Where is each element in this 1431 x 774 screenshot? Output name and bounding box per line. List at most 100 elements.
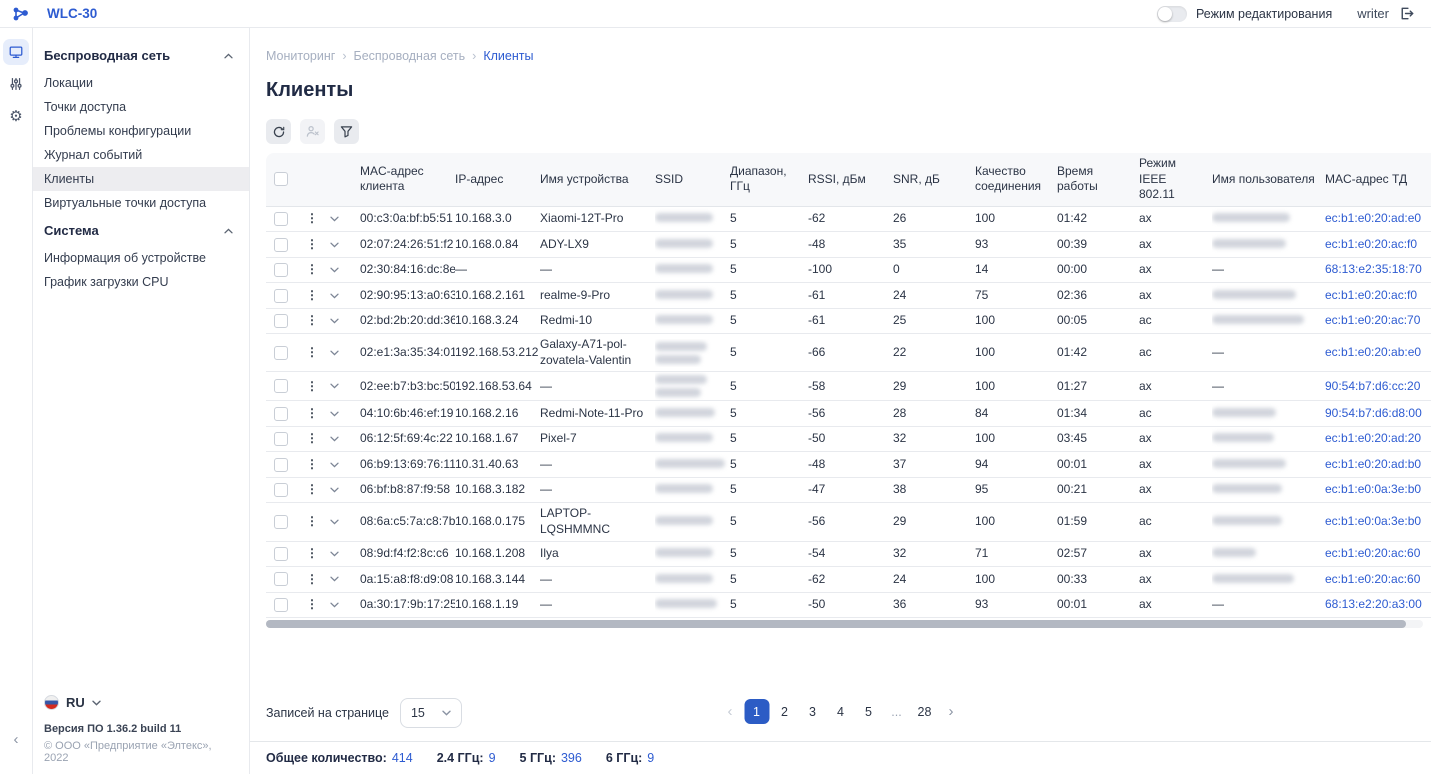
row-checkbox[interactable] <box>274 407 288 421</box>
breadcrumb-item[interactable]: Мониторинг <box>266 49 335 63</box>
row-expand-chevron-icon[interactable] <box>330 242 350 248</box>
ap-mac-link[interactable]: ec:b1:e0:20:ac:f0 <box>1325 237 1417 251</box>
sidebar-item-локации[interactable]: Локации <box>33 71 249 95</box>
row-expand-chevron-icon[interactable] <box>330 462 350 468</box>
chevron-up-icon <box>224 53 233 59</box>
ap-mac-link[interactable]: ec:b1:e0:20:ad:e0 <box>1325 211 1421 225</box>
ap-mac-link[interactable]: ec:b1:e0:20:ac:60 <box>1325 546 1420 560</box>
sidebar-item-проблемы-конфигурации[interactable]: Проблемы конфигурации <box>33 119 249 143</box>
row-actions-kebab-icon[interactable]: ⋮ <box>306 379 318 393</box>
row-actions-kebab-icon[interactable]: ⋮ <box>306 237 318 251</box>
language-selector[interactable]: RU <box>44 695 238 710</box>
row-checkbox[interactable] <box>274 212 288 226</box>
pager-page-5[interactable]: 5 <box>856 699 881 724</box>
sidebar-section-header[interactable]: Система <box>33 215 249 246</box>
row-expand-chevron-icon[interactable] <box>330 216 350 222</box>
row-checkbox[interactable] <box>274 314 288 328</box>
row-expand-chevron-icon[interactable] <box>330 318 350 324</box>
pager-next-icon[interactable]: › <box>940 699 962 724</box>
breadcrumb-item[interactable]: Беспроводная сеть <box>354 49 466 63</box>
row-checkbox[interactable] <box>274 346 288 360</box>
ap-mac-link[interactable]: ec:b1:e0:20:ac:f0 <box>1325 288 1417 302</box>
collapse-sidebar-icon[interactable]: ‹ <box>0 731 32 748</box>
wireless-icon[interactable] <box>3 71 29 97</box>
sidebar-item-клиенты[interactable]: Клиенты <box>33 167 249 191</box>
row-checkbox[interactable] <box>274 238 288 252</box>
disconnect-client-button[interactable] <box>300 119 325 144</box>
logout-icon[interactable] <box>1398 5 1415 22</box>
client-ip: 10.168.3.144 <box>455 569 540 591</box>
ap-mac-link[interactable]: ec:b1:e0:20:ab:e0 <box>1325 345 1421 359</box>
row-actions-kebab-icon[interactable]: ⋮ <box>306 288 318 302</box>
sidebar-item-виртуальные-точки-доступа[interactable]: Виртуальные точки доступа <box>33 191 249 215</box>
select-all-checkbox[interactable] <box>274 172 288 186</box>
row-expand-chevron-icon[interactable] <box>330 267 350 273</box>
pager-page-3[interactable]: 3 <box>800 699 825 724</box>
pager-page-28[interactable]: 28 <box>912 699 937 724</box>
row-checkbox[interactable] <box>274 289 288 303</box>
ap-mac-link[interactable]: ec:b1:e0:0a:3e:b0 <box>1325 482 1421 496</box>
row-checkbox[interactable] <box>274 483 288 497</box>
sidebar-item-журнал-событий[interactable]: Журнал событий <box>33 143 249 167</box>
row-actions-kebab-icon[interactable]: ⋮ <box>306 457 318 471</box>
row-actions-kebab-icon[interactable]: ⋮ <box>306 211 318 225</box>
sidebar-item-точки-доступа[interactable]: Точки доступа <box>33 95 249 119</box>
pager-prev-icon[interactable]: ‹ <box>719 699 741 724</box>
sidebar-section-header[interactable]: Беспроводная сеть <box>33 40 249 71</box>
row-expand-chevron-icon[interactable] <box>330 436 350 442</box>
row-actions-kebab-icon[interactable]: ⋮ <box>306 514 318 528</box>
sidebar-item-информация-об-устройстве[interactable]: Информация об устройстве <box>33 246 249 270</box>
row-checkbox[interactable] <box>274 547 288 561</box>
row-expand-chevron-icon[interactable] <box>330 293 350 299</box>
rssi-dbm: -56 <box>808 403 893 425</box>
row-checkbox[interactable] <box>274 458 288 472</box>
snr-db: 0 <box>893 259 975 281</box>
ap-mac-link[interactable]: 68:13:e2:35:18:70 <box>1325 262 1422 276</box>
row-checkbox[interactable] <box>274 379 288 393</box>
pager-page-4[interactable]: 4 <box>828 699 853 724</box>
row-actions-kebab-icon[interactable]: ⋮ <box>306 546 318 560</box>
page-size-select[interactable]: 15 <box>400 698 462 728</box>
row-expand-chevron-icon[interactable] <box>330 383 350 389</box>
settings-icon[interactable]: ⚙ <box>3 103 29 129</box>
ap-mac-link[interactable]: ec:b1:e0:0a:3e:b0 <box>1325 514 1421 528</box>
ssid-redacted <box>655 234 730 256</box>
row-expand-chevron-icon[interactable] <box>330 487 350 493</box>
edit-mode-toggle[interactable] <box>1157 6 1187 22</box>
row-expand-chevron-icon[interactable] <box>330 576 350 582</box>
row-actions-kebab-icon[interactable]: ⋮ <box>306 431 318 445</box>
pager-page-2[interactable]: 2 <box>772 699 797 724</box>
row-checkbox[interactable] <box>274 572 288 586</box>
row-expand-chevron-icon[interactable] <box>330 350 350 356</box>
row-actions-kebab-icon[interactable]: ⋮ <box>306 482 318 496</box>
row-expand-chevron-icon[interactable] <box>330 519 350 525</box>
sidebar-item-график-загрузки-cpu[interactable]: График загрузки CPU <box>33 270 249 294</box>
ap-mac-link[interactable]: 90:54:b7:d6:d8:00 <box>1325 406 1422 420</box>
row-actions-kebab-icon[interactable]: ⋮ <box>306 345 318 359</box>
row-checkbox[interactable] <box>274 432 288 446</box>
monitoring-icon[interactable] <box>3 39 29 65</box>
ap-mac-link[interactable]: 90:54:b7:d6:cc:20 <box>1325 379 1420 393</box>
row-actions-kebab-icon[interactable]: ⋮ <box>306 572 318 586</box>
row-checkbox[interactable] <box>274 598 288 612</box>
ap-mac-link[interactable]: ec:b1:e0:20:ac:70 <box>1325 313 1420 327</box>
row-expand-chevron-icon[interactable] <box>330 411 350 417</box>
ap-mac-link[interactable]: 68:13:e2:20:a3:00 <box>1325 597 1422 611</box>
ap-mac-link[interactable]: ec:b1:e0:20:ac:60 <box>1325 572 1420 586</box>
row-actions-kebab-icon[interactable]: ⋮ <box>306 262 318 276</box>
ap-mac-link[interactable]: ec:b1:e0:20:ad:20 <box>1325 431 1421 445</box>
row-expand-chevron-icon[interactable] <box>330 602 350 608</box>
row-actions-kebab-icon[interactable]: ⋮ <box>306 313 318 327</box>
row-expand-chevron-icon[interactable] <box>330 551 350 557</box>
pager-page-1[interactable]: 1 <box>744 699 769 724</box>
filter-button[interactable] <box>334 119 359 144</box>
row-checkbox[interactable] <box>274 515 288 529</box>
ap-mac-link[interactable]: ec:b1:e0:20:ad:b0 <box>1325 457 1421 471</box>
scrollbar-thumb[interactable] <box>266 620 1406 628</box>
row-actions-kebab-icon[interactable]: ⋮ <box>306 597 318 611</box>
row-actions-kebab-icon[interactable]: ⋮ <box>306 406 318 420</box>
breadcrumb-item[interactable]: Клиенты <box>483 49 533 63</box>
totals-label: 5 ГГц: <box>520 751 556 765</box>
refresh-button[interactable] <box>266 119 291 144</box>
row-checkbox[interactable] <box>274 263 288 277</box>
